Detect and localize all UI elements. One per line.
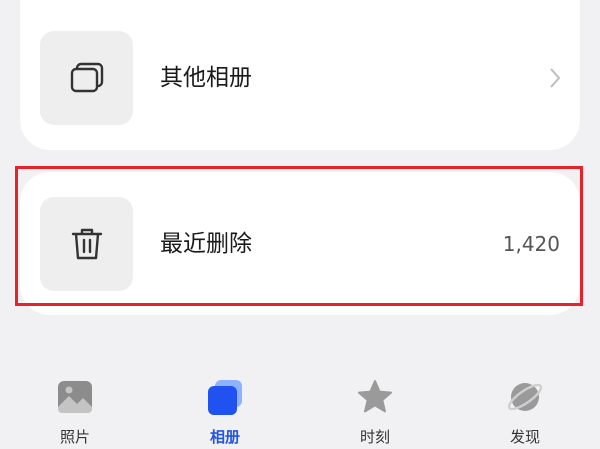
screen: 其他相册 最近删除 1,420 照片 相册 时刻 发现	[0, 0, 600, 449]
album-icon	[208, 380, 242, 415]
other-albums-thumbnail	[40, 31, 133, 125]
bottom-tab-bar: 照片 相册 时刻 发现	[0, 366, 600, 449]
star-icon	[358, 380, 392, 413]
tab-photos-label: 照片	[59, 428, 90, 446]
planet-icon	[507, 383, 543, 411]
other-albums-row[interactable]: 其他相册	[20, 31, 580, 125]
tab-moments[interactable]: 时刻	[325, 366, 425, 449]
other-albums-label: 其他相册	[160, 65, 252, 91]
tab-discover[interactable]: 发现	[475, 366, 575, 449]
highlight-frame	[15, 166, 583, 306]
tab-discover-label: 发现	[509, 428, 540, 446]
tab-photos[interactable]: 照片	[25, 366, 125, 449]
tab-albums-label: 相册	[209, 428, 240, 446]
albums-stack-icon	[70, 62, 103, 93]
tab-moments-label: 时刻	[359, 428, 390, 446]
photo-icon	[58, 381, 92, 413]
tab-albums[interactable]: 相册	[175, 366, 275, 449]
chevron-right-icon	[548, 31, 562, 125]
